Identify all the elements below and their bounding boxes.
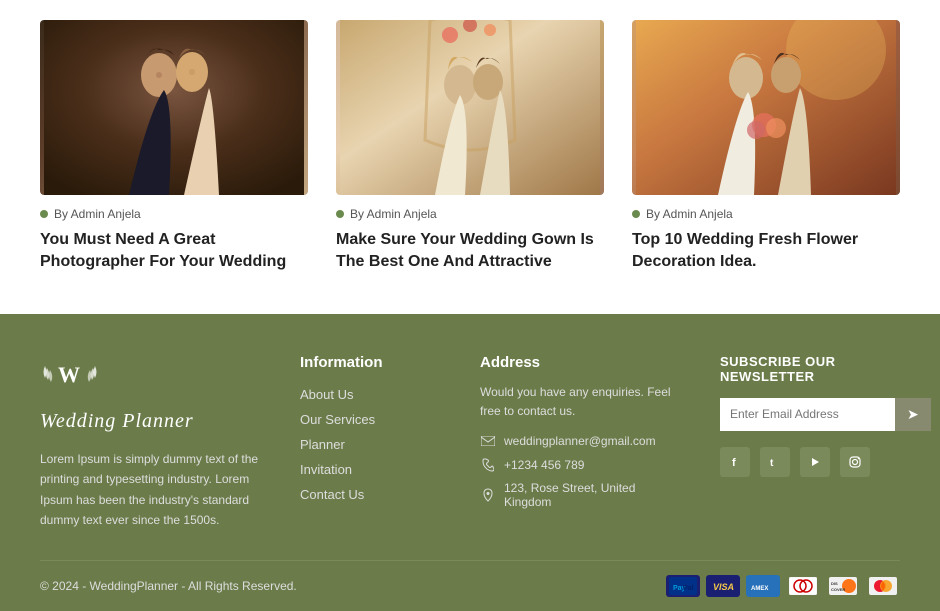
svg-text:DIS: DIS (831, 581, 838, 586)
twitter-icon[interactable]: t (760, 447, 790, 477)
newsletter-email-input[interactable] (720, 398, 895, 431)
youtube-icon[interactable] (800, 447, 830, 477)
phone-icon (480, 457, 496, 473)
footer-main: W Wedding Planner Lorem Ipsum is simply … (40, 354, 900, 561)
footer-bottom: © 2024 - WeddingPlanner - All Rights Res… (40, 560, 900, 611)
facebook-icon[interactable]: f (720, 447, 750, 477)
newsletter-submit-button[interactable]: ➤ (895, 398, 931, 431)
blog-section: By Admin Anjela You Must Need A Great Ph… (0, 0, 940, 314)
blog-card-image-2[interactable] (336, 20, 604, 195)
payment-icons: Pay Pal VISA AMEX (666, 575, 900, 597)
svg-text:Pal: Pal (683, 585, 694, 592)
blog-card-2: By Admin Anjela Make Sure Your Wedding G… (336, 20, 604, 274)
blog-title-2[interactable]: Make Sure Your Wedding Gown Is The Best … (336, 229, 604, 274)
footer-link-about[interactable]: About Us (300, 387, 440, 402)
footer-logo: W Wedding Planner (40, 354, 260, 433)
footer-link-invitation[interactable]: Invitation (300, 462, 440, 477)
footer-newsletter-title: SUBSCRIBE OUR NEWSLETTER (720, 354, 931, 384)
blog-card-image-1[interactable] (40, 20, 308, 195)
footer-address-title: Address (480, 354, 680, 371)
author-dot-3 (632, 210, 640, 218)
instagram-icon[interactable] (840, 447, 870, 477)
svg-text:W: W (58, 362, 80, 387)
amex-icon: AMEX (746, 575, 780, 597)
footer-link-services[interactable]: Our Services (300, 412, 440, 427)
footer-email: weddingplanner@gmail.com (504, 434, 656, 448)
newsletter-form: ➤ (720, 398, 931, 431)
visa-icon: VISA (706, 575, 740, 597)
author-dot-2 (336, 210, 344, 218)
blog-title-3[interactable]: Top 10 Wedding Fresh Flower Decoration I… (632, 229, 900, 274)
footer-newsletter-col: SUBSCRIBE OUR NEWSLETTER ➤ f t (720, 354, 931, 531)
footer-logo-text: Wedding Planner (40, 410, 194, 433)
footer-information-col: Information About Us Our Services Planne… (300, 354, 440, 531)
discover-icon: DIS COVER (826, 575, 860, 597)
footer-address-col: Address Would you have any enquiries. Fe… (480, 354, 680, 531)
footer-brand: W Wedding Planner Lorem Ipsum is simply … (40, 354, 260, 531)
svg-text:f: f (732, 457, 736, 469)
footer-location: 123, Rose Street, United Kingdom (504, 481, 680, 509)
footer-phone-item: +1234 456 789 (480, 457, 680, 473)
svg-text:VISA: VISA (713, 582, 734, 592)
author-dot-1 (40, 210, 48, 218)
location-icon (480, 487, 496, 503)
svg-text:COVER: COVER (831, 587, 845, 592)
footer-phone: +1234 456 789 (504, 458, 584, 472)
social-icons: f t (720, 447, 931, 477)
diners-icon (786, 575, 820, 597)
footer-link-planner[interactable]: Planner (300, 437, 440, 452)
paypal-icon: Pay Pal (666, 575, 700, 597)
footer-location-item: 123, Rose Street, United Kingdom (480, 481, 680, 509)
footer-brand-desc: Lorem Ipsum is simply dummy text of the … (40, 449, 260, 531)
blog-author-3: By Admin Anjela (632, 207, 900, 221)
footer-email-item: weddingplanner@gmail.com (480, 433, 680, 449)
blog-card-1: By Admin Anjela You Must Need A Great Ph… (40, 20, 308, 274)
footer: W Wedding Planner Lorem Ipsum is simply … (0, 314, 940, 611)
blog-card-3: By Admin Anjela Top 10 Wedding Fresh Flo… (632, 20, 900, 274)
footer-link-contact[interactable]: Contact Us (300, 487, 440, 502)
email-icon (480, 433, 496, 449)
footer-copyright: © 2024 - WeddingPlanner - All Rights Res… (40, 579, 297, 593)
blog-author-1: By Admin Anjela (40, 207, 308, 221)
footer-logo-icon: W (40, 354, 100, 408)
footer-information-title: Information (300, 354, 440, 371)
blog-card-image-3[interactable] (632, 20, 900, 195)
svg-text:AMEX: AMEX (751, 586, 768, 592)
blog-title-1[interactable]: You Must Need A Great Photographer For Y… (40, 229, 308, 274)
blog-author-2: By Admin Anjela (336, 207, 604, 221)
footer-address-intro: Would you have any enquiries. Feel free … (480, 383, 680, 421)
mastercard-icon (866, 575, 900, 597)
